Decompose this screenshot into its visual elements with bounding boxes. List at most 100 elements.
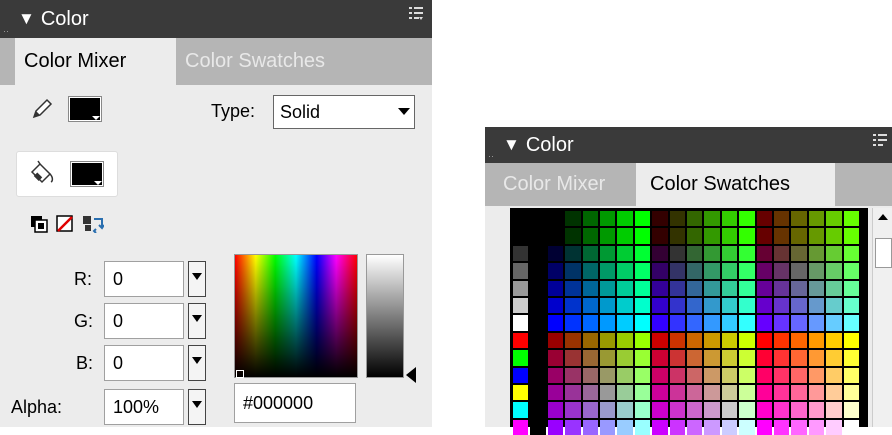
swatch-cell[interactable]	[704, 332, 720, 349]
tab-color-mixer[interactable]: Color Mixer	[493, 163, 643, 206]
swatch-cell[interactable]	[791, 402, 807, 418]
swatch-cell[interactable]	[721, 228, 738, 244]
swatch-cell[interactable]	[739, 263, 755, 279]
swatch-cell[interactable]	[687, 402, 703, 418]
swatch-cell[interactable]	[617, 228, 633, 244]
black-swatch[interactable]	[530, 298, 546, 314]
swatch-cell[interactable]	[617, 367, 633, 383]
swatch-cell[interactable]	[843, 350, 859, 366]
swatch-cell[interactable]	[547, 245, 564, 262]
swatch-cell[interactable]	[565, 211, 581, 227]
swatch-cell[interactable]	[739, 211, 755, 227]
swatch-cell[interactable]	[808, 280, 825, 296]
primary-swatch[interactable]	[513, 367, 529, 383]
swatch-cell[interactable]	[774, 228, 790, 244]
swatch-cell[interactable]	[791, 350, 807, 366]
swatch-cell[interactable]	[704, 298, 720, 314]
swatch-cell[interactable]	[652, 245, 668, 262]
swatch-cell[interactable]	[669, 228, 685, 244]
primary-swatch[interactable]	[513, 402, 529, 418]
swatch-cell[interactable]	[669, 385, 685, 401]
swatch-cell[interactable]	[687, 332, 703, 349]
swatch-cell[interactable]	[826, 385, 842, 401]
swatch-cell[interactable]	[565, 367, 581, 383]
swatch-cell[interactable]	[565, 385, 581, 401]
swatch-cell[interactable]	[721, 280, 738, 296]
swatch-cell[interactable]	[687, 298, 703, 314]
alpha-dropdown[interactable]	[188, 389, 206, 425]
swatch-cell[interactable]	[843, 228, 859, 244]
swatch-cell[interactable]	[774, 245, 790, 262]
swatch-cell[interactable]	[652, 332, 668, 349]
swatch-cell[interactable]	[652, 315, 668, 331]
swatch-cell[interactable]	[582, 367, 598, 383]
swatch-cell[interactable]	[808, 245, 825, 262]
swatch-cell[interactable]	[652, 211, 668, 227]
swatch-cell[interactable]	[791, 280, 807, 296]
swatch-cell[interactable]	[756, 315, 772, 331]
swatch-cell[interactable]	[843, 385, 859, 401]
swatch-cell[interactable]	[791, 245, 807, 262]
swatch-cell[interactable]	[721, 367, 738, 383]
swatch-cell[interactable]	[669, 332, 685, 349]
black-swatch[interactable]	[530, 280, 546, 296]
swatch-cell[interactable]	[739, 332, 755, 349]
swatch-cell[interactable]	[774, 298, 790, 314]
swatch-cell[interactable]	[687, 367, 703, 383]
swatch-cell[interactable]	[808, 315, 825, 331]
swatch-cell[interactable]	[843, 419, 859, 435]
swatch-cell[interactable]	[565, 280, 581, 296]
swatch-cell[interactable]	[687, 419, 703, 435]
swatch-cell[interactable]	[791, 228, 807, 244]
panel-grip-icon[interactable]: ‥	[3, 24, 9, 35]
swatch-cell[interactable]	[826, 245, 842, 262]
swatch-cell[interactable]	[826, 402, 842, 418]
swatch-cell[interactable]	[600, 211, 616, 227]
swatch-cell[interactable]	[547, 367, 564, 383]
swatch-cell[interactable]	[808, 228, 825, 244]
swatch-cell[interactable]	[687, 228, 703, 244]
swatch-cell[interactable]	[843, 315, 859, 331]
swatch-cell[interactable]	[808, 350, 825, 366]
swatch-cell[interactable]	[791, 419, 807, 435]
swatch-cell[interactable]	[600, 419, 616, 435]
blue-field[interactable]: 0	[104, 345, 184, 381]
swatch-cell[interactable]	[791, 332, 807, 349]
swatch-cell[interactable]	[617, 385, 633, 401]
swatch-cell[interactable]	[756, 350, 772, 366]
gray-swatch[interactable]	[513, 280, 529, 296]
swatch-cell[interactable]	[634, 419, 651, 435]
swatch-cell[interactable]	[582, 280, 598, 296]
swatch-cell[interactable]	[652, 228, 668, 244]
swatch-cell[interactable]	[617, 211, 633, 227]
gray-swatch[interactable]	[513, 263, 529, 279]
swatch-cell[interactable]	[704, 385, 720, 401]
color-space-picker[interactable]	[234, 254, 358, 378]
swatch-cell[interactable]	[739, 350, 755, 366]
swatch-cell[interactable]	[826, 350, 842, 366]
swatch-cell[interactable]	[808, 402, 825, 418]
collapse-triangle-icon[interactable]: ▼	[503, 135, 520, 155]
brightness-pointer[interactable]	[406, 367, 416, 383]
swatch-cell[interactable]	[808, 298, 825, 314]
black-swatch[interactable]	[530, 385, 546, 401]
swatch-cell[interactable]	[756, 280, 772, 296]
swatch-cell[interactable]	[756, 263, 772, 279]
tab-color-swatches[interactable]: Color Swatches	[636, 163, 835, 206]
black-swatch[interactable]	[530, 211, 546, 227]
swatch-cell[interactable]	[756, 367, 772, 383]
swatch-cell[interactable]	[774, 385, 790, 401]
green-dropdown[interactable]	[188, 303, 206, 339]
swatch-cell[interactable]	[739, 402, 755, 418]
panel-title-bar[interactable]: ‥ ▼ Color	[0, 0, 432, 38]
black-swatch[interactable]	[530, 245, 546, 262]
swatch-cell[interactable]	[843, 211, 859, 227]
swatch-cell[interactable]	[582, 211, 598, 227]
swatch-cell[interactable]	[547, 228, 564, 244]
swatch-cell[interactable]	[704, 280, 720, 296]
swatch-cell[interactable]	[843, 263, 859, 279]
swatch-cell[interactable]	[582, 298, 598, 314]
primary-swatch[interactable]	[513, 385, 529, 401]
swatch-cell[interactable]	[617, 298, 633, 314]
gray-swatch[interactable]	[513, 298, 529, 314]
